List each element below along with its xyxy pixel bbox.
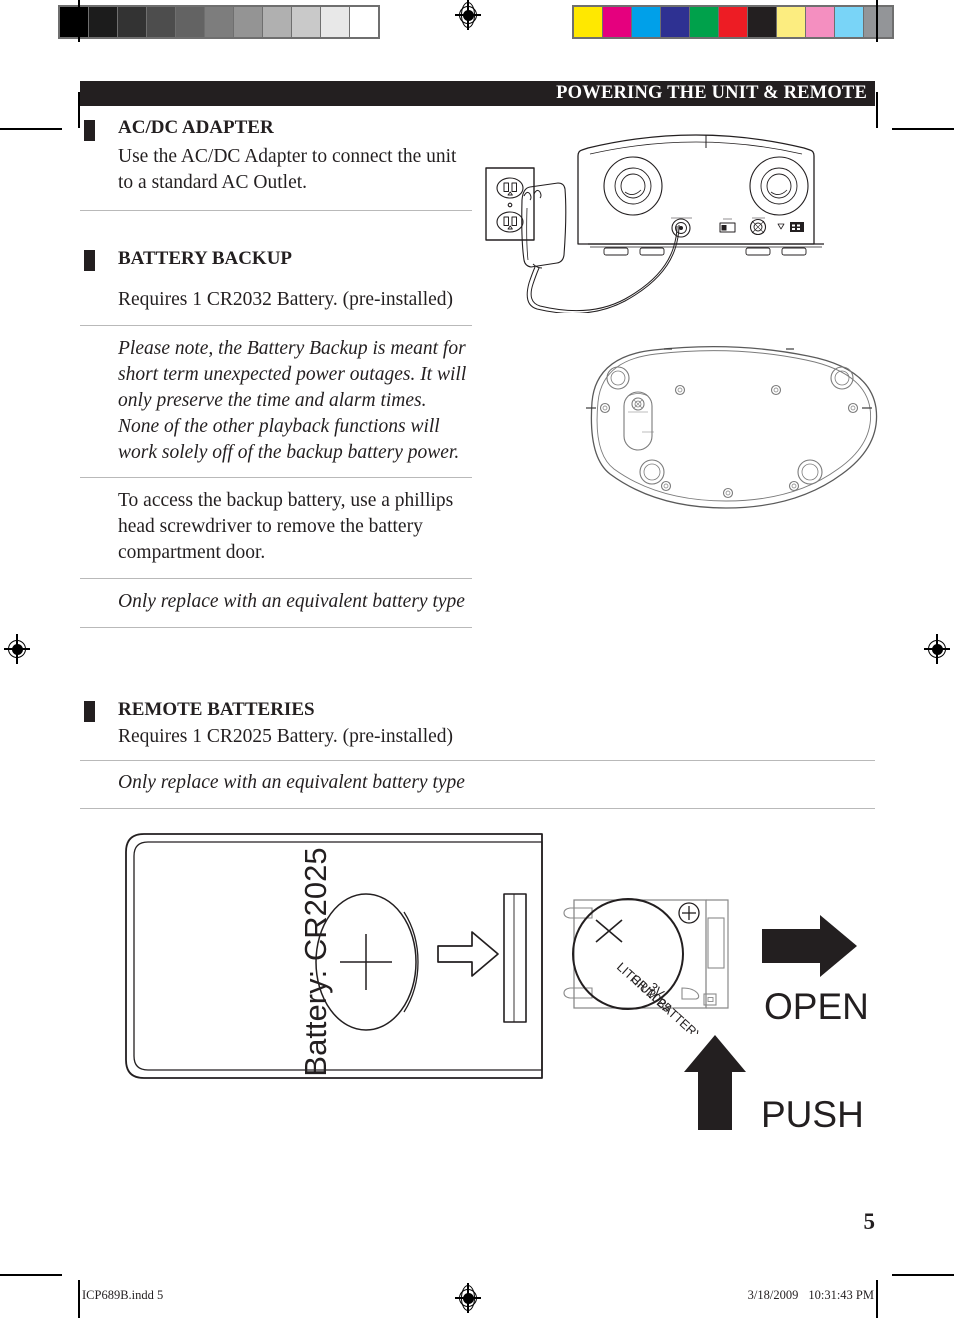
section-heading: AC/DC ADAPTER xyxy=(118,117,274,138)
section-divider xyxy=(80,808,875,809)
calibration-swatch xyxy=(349,7,378,37)
colophon-timestamp: 3/18/2009 10:31:43 PM xyxy=(748,1288,874,1303)
calibration-swatch xyxy=(718,7,747,37)
calibration-swatch xyxy=(776,7,805,37)
calibration-swatch xyxy=(88,7,117,37)
colophon-date: 3/18/2009 xyxy=(747,1288,799,1302)
calibration-swatch xyxy=(747,7,776,37)
section-body: Requires 1 CR2025 Battery. (pre-installe… xyxy=(118,726,454,747)
footer-rule-right xyxy=(892,1274,954,1276)
registration-target-right xyxy=(924,634,950,664)
illustration-unit-bottom-battery-door xyxy=(586,345,878,509)
section-bullet-icon xyxy=(84,701,95,722)
section-divider xyxy=(80,477,472,478)
section-divider xyxy=(80,760,875,761)
color-calibration-strip xyxy=(572,5,894,39)
crop-mark-right-top-horizontal xyxy=(892,128,954,130)
manual-page: POWERING THE UNIT & REMOTE AC/DC ADAPTER… xyxy=(0,0,954,1318)
section-battery-backup: BATTERY BACKUP Requires 1 CR2032 Battery… xyxy=(80,247,472,313)
calibration-swatch xyxy=(262,7,291,37)
section-divider xyxy=(80,325,472,326)
calibration-swatch xyxy=(689,7,718,37)
calibration-swatch xyxy=(175,7,204,37)
crop-mark-left-top-horizontal xyxy=(0,128,62,130)
section-bullet-icon xyxy=(84,120,95,141)
calibration-swatch xyxy=(602,7,631,37)
colophon-filename: ICP689B.indd 5 xyxy=(82,1288,164,1302)
section-body: Use the AC/DC Adapter to connect the uni… xyxy=(118,146,457,193)
calibration-swatch xyxy=(233,7,262,37)
crop-mark-top-right-vertical xyxy=(876,0,878,42)
illustration-unit-rear-with-adapter xyxy=(485,134,824,313)
remote-instructions-column: REMOTE BATTERIES Requires 1 CR2025 Batte… xyxy=(80,698,875,809)
section-ac-dc-adapter: AC/DC ADAPTER Use the AC/DC Adapter to c… xyxy=(80,116,472,196)
section-divider xyxy=(80,578,472,579)
remote-battery-label: Battery: CR2025 xyxy=(298,847,333,1076)
page-number: 5 xyxy=(863,1209,876,1234)
section-remote-batteries: REMOTE BATTERIES Requires 1 CR2025 Batte… xyxy=(80,698,875,750)
push-label: PUSH xyxy=(761,1094,864,1135)
calibration-swatch xyxy=(574,7,602,37)
illustration-remote-back: Battery: CR2025 xyxy=(125,833,543,1079)
section-heading: BATTERY BACKUP xyxy=(118,248,293,269)
registration-target-bottom xyxy=(455,1283,481,1313)
crop-mark-left-lower-vertical xyxy=(78,1280,80,1318)
page-title: POWERING THE UNIT & REMOTE xyxy=(556,82,867,103)
crop-mark-right-lower-vertical xyxy=(876,1280,878,1318)
section-note-italic: Only replace with an equivalent battery … xyxy=(118,591,465,612)
open-label: OPEN xyxy=(764,986,869,1027)
calibration-swatch xyxy=(204,7,233,37)
calibration-swatch xyxy=(60,7,88,37)
registration-target-top xyxy=(455,0,481,30)
instructions-column: AC/DC ADAPTER Use the AC/DC Adapter to c… xyxy=(80,116,472,628)
calibration-swatch xyxy=(834,7,863,37)
calibration-swatch xyxy=(805,7,834,37)
push-arrow-icon xyxy=(684,1035,746,1130)
calibration-swatch xyxy=(863,7,892,37)
calibration-swatch xyxy=(146,7,175,37)
section-note-italic: Only replace with an equivalent battery … xyxy=(118,772,465,793)
calibration-swatch xyxy=(117,7,146,37)
calibration-swatch xyxy=(320,7,349,37)
calibration-swatch xyxy=(631,7,660,37)
section-body: Requires 1 CR2032 Battery. (pre-installe… xyxy=(118,289,454,310)
crop-mark-top-left-vertical xyxy=(78,0,80,42)
footer-rule-left xyxy=(0,1274,62,1276)
section-body: To access the backup battery, use a phil… xyxy=(118,490,454,563)
section-bullet-icon xyxy=(84,250,95,271)
grayscale-calibration-strip xyxy=(58,5,380,39)
running-header-bar: POWERING THE UNIT & REMOTE xyxy=(80,81,875,106)
calibration-swatch xyxy=(660,7,689,37)
section-divider xyxy=(80,210,472,211)
section-note-italic: Please note, the Battery Backup is meant… xyxy=(118,338,467,463)
section-divider xyxy=(80,627,472,628)
section-heading: REMOTE BATTERIES xyxy=(118,699,315,720)
illustration-coin-cell-detail: LITHIUM BATTERY CR 2025 3V xyxy=(563,898,729,1034)
registration-target-left xyxy=(4,634,30,664)
calibration-swatch xyxy=(291,7,320,37)
colophon-time: 10:31:43 PM xyxy=(808,1288,874,1302)
open-arrow-icon xyxy=(762,915,857,977)
